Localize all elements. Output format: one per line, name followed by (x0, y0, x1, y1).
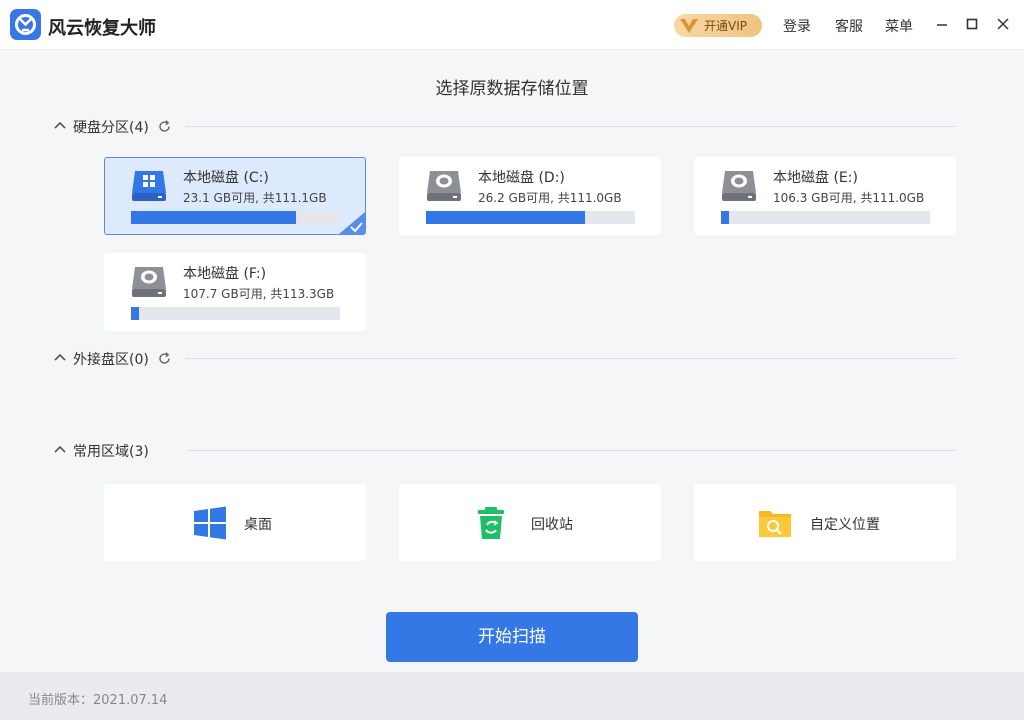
recycle-bin-icon (478, 507, 504, 539)
area-label: 桌面 (244, 517, 272, 533)
close-button[interactable] (993, 14, 1013, 34)
area-card-desktop[interactable]: 桌面 (104, 484, 366, 561)
area-label: 自定义位置 (810, 517, 880, 533)
section-external-label: 外接盘区(0) (73, 352, 149, 368)
disk-space: 106.3 GB可用, 共111.0GB (773, 191, 925, 205)
service-link[interactable]: 客服 (835, 16, 863, 36)
section-common-header[interactable]: 常用区域(3) (52, 439, 182, 461)
page-title: 选择原数据存储位置 (435, 79, 589, 99)
disk-card-c[interactable]: 本地磁盘 (C:) 23.1 GB可用, 共111.1GB (104, 157, 366, 235)
hard-disk-icon (722, 171, 756, 201)
version-text: 当前版本：2021.07.14 (28, 693, 168, 708)
section-divider (187, 450, 956, 451)
disk-usage-fill (131, 211, 297, 224)
vip-label: 开通VIP (704, 19, 747, 33)
area-card-recycle-bin[interactable]: 回收站 (399, 484, 661, 561)
app-title: 风云恢复大师 (48, 18, 156, 39)
area-label: 回收站 (531, 517, 573, 533)
disk-card-d[interactable]: 本地磁盘 (D:) 26.2 GB可用, 共111.0GB (399, 157, 661, 235)
section-disks-header[interactable]: 硬盘分区(4) (52, 115, 172, 137)
windows-icon (194, 506, 226, 540)
section-disks-label: 硬盘分区(4) (73, 120, 149, 136)
disk-space: 107.7 GB可用, 共113.3GB (183, 287, 335, 301)
system-disk-icon (132, 171, 166, 201)
footer: 当前版本：2021.07.14 (0, 672, 1024, 720)
disk-usage-fill (721, 211, 730, 224)
disk-name: 本地磁盘 (F:) (183, 266, 267, 282)
section-divider (185, 358, 956, 359)
minimize-icon (937, 24, 947, 26)
refresh-icon[interactable] (157, 119, 172, 134)
section-common-label: 常用区域(3) (73, 444, 149, 460)
section-divider (185, 126, 956, 127)
chevron-up-icon[interactable] (52, 442, 68, 458)
disk-name: 本地磁盘 (E:) (773, 170, 858, 186)
vip-badge-icon (680, 19, 698, 33)
disk-usage-bar (131, 211, 340, 224)
chevron-up-icon[interactable] (52, 118, 68, 134)
disk-space: 23.1 GB可用, 共111.1GB (183, 191, 327, 205)
disk-usage-bar (131, 307, 340, 320)
disk-name: 本地磁盘 (C:) (183, 170, 269, 186)
section-external-header[interactable]: 外接盘区(0) (52, 347, 172, 369)
disk-usage-fill (426, 211, 585, 224)
minimize-button[interactable] (932, 14, 952, 34)
title-bar: 风云恢复大师 开通VIP 登录 客服 菜单 (0, 0, 1024, 50)
selected-check-icon (339, 212, 365, 234)
hard-disk-icon (427, 171, 461, 201)
close-icon (997, 18, 1009, 30)
login-link[interactable]: 登录 (783, 16, 811, 36)
disk-card-e[interactable]: 本地磁盘 (E:) 106.3 GB可用, 共111.0GB (694, 157, 956, 235)
start-scan-button[interactable]: 开始扫描 (386, 612, 638, 662)
app-logo-icon (10, 9, 41, 40)
menu-link[interactable]: 菜单 (885, 16, 913, 36)
vip-button[interactable]: 开通VIP (674, 14, 762, 37)
disk-name: 本地磁盘 (D:) (478, 170, 565, 186)
maximize-icon (966, 18, 978, 30)
disk-usage-bar (426, 211, 635, 224)
chevron-up-icon[interactable] (52, 350, 68, 366)
refresh-icon[interactable] (157, 351, 172, 366)
area-card-custom-location[interactable]: 自定义位置 (694, 484, 956, 561)
disk-usage-bar (721, 211, 930, 224)
disk-space: 26.2 GB可用, 共111.0GB (478, 191, 622, 205)
disk-card-f[interactable]: 本地磁盘 (F:) 107.7 GB可用, 共113.3GB (104, 253, 366, 331)
disk-usage-fill (131, 307, 140, 320)
hard-disk-icon (132, 267, 166, 297)
folder-search-icon (759, 511, 791, 537)
maximize-button[interactable] (962, 14, 982, 34)
